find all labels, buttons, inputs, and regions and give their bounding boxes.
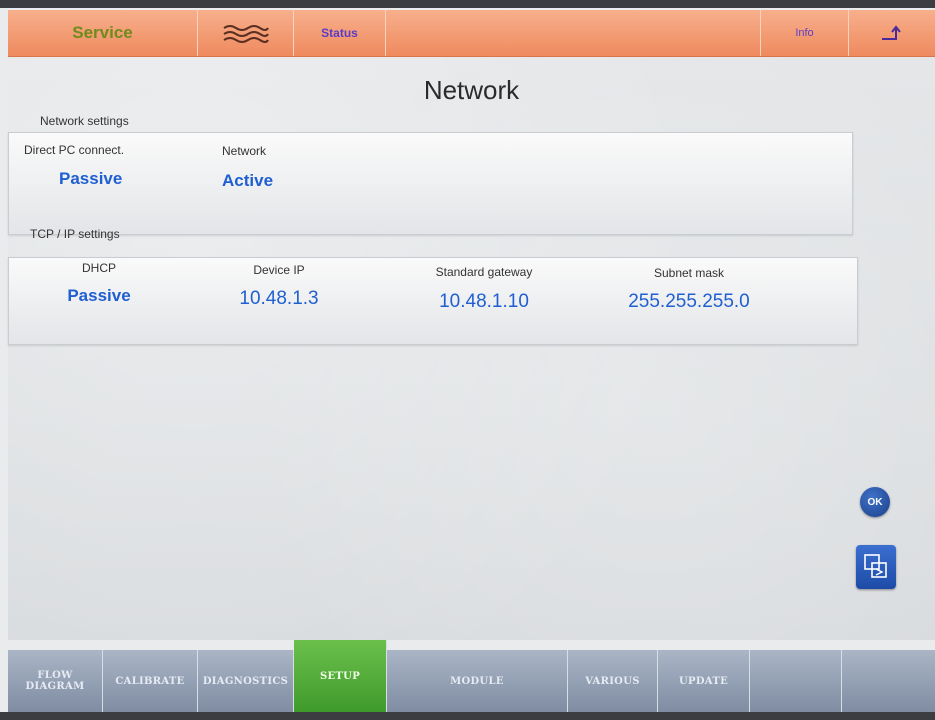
direct-pc-header: Direct PC connect. <box>24 143 125 157</box>
topbar-spacer <box>386 10 761 56</box>
tab-empty-2[interactable] <box>842 650 935 712</box>
page-title: Network <box>423 75 520 105</box>
main-screen: Network Network settings Direct PC conne… <box>8 57 935 640</box>
top-menu-bar: Service Status Info <box>8 10 935 57</box>
copy-ok-icon <box>864 554 887 578</box>
ok-button[interactable]: OK <box>860 487 890 517</box>
bottom-tab-bar: FLOW DIAGRAM CALIBRATE DIAGNOSTICS SETUP… <box>8 640 935 712</box>
network-settings-label: Network settings <box>40 114 129 128</box>
tab-flow-diagram[interactable]: FLOW DIAGRAM <box>8 650 103 712</box>
tcp-ip-settings-panel: DHCP Passive Device IP 10.48.1.3 Standar… <box>8 257 858 345</box>
service-tab[interactable]: Service <box>8 10 198 56</box>
gateway-header: Standard gateway <box>435 265 533 279</box>
exit-button[interactable] <box>849 10 935 56</box>
dhcp-value[interactable]: Passive <box>49 286 149 306</box>
info-button[interactable]: Info <box>761 10 849 56</box>
network-value[interactable]: Active <box>222 171 273 191</box>
tab-calibrate[interactable]: CALIBRATE <box>103 650 198 712</box>
tab-various[interactable]: VARIOUS <box>568 650 658 712</box>
status-tab[interactable]: Status <box>294 10 386 56</box>
dhcp-header: DHCP <box>81 261 116 275</box>
waves-icon <box>222 25 269 43</box>
waves-icon-button[interactable] <box>198 10 294 56</box>
tab-diagnostics[interactable]: DIAGNOSTICS <box>198 650 294 712</box>
tab-setup[interactable]: SETUP <box>294 640 387 712</box>
device-ip-header: Device IP <box>253 263 305 277</box>
gateway-value[interactable]: 10.48.1.10 <box>404 291 564 313</box>
device-ip-value[interactable]: 10.48.1.3 <box>204 288 354 310</box>
screen-bezel-bottom <box>0 712 935 720</box>
subnet-value[interactable]: 255.255.255.0 <box>599 291 779 313</box>
subnet-header: Subnet mask <box>653 266 725 280</box>
direct-pc-value[interactable]: Passive <box>59 169 122 189</box>
tcp-ip-settings-label: TCP / IP settings <box>30 227 120 241</box>
apply-copy-button[interactable] <box>856 545 896 589</box>
tab-update[interactable]: UPDATE <box>658 650 750 712</box>
tab-empty-1[interactable] <box>750 650 842 712</box>
network-header: Network <box>222 144 267 158</box>
network-settings-panel: Direct PC connect. Network Passive Activ… <box>8 132 853 235</box>
return-arrow-icon <box>882 25 901 40</box>
screen-bezel-top <box>0 0 935 8</box>
tab-module[interactable]: MODULE <box>387 650 568 712</box>
